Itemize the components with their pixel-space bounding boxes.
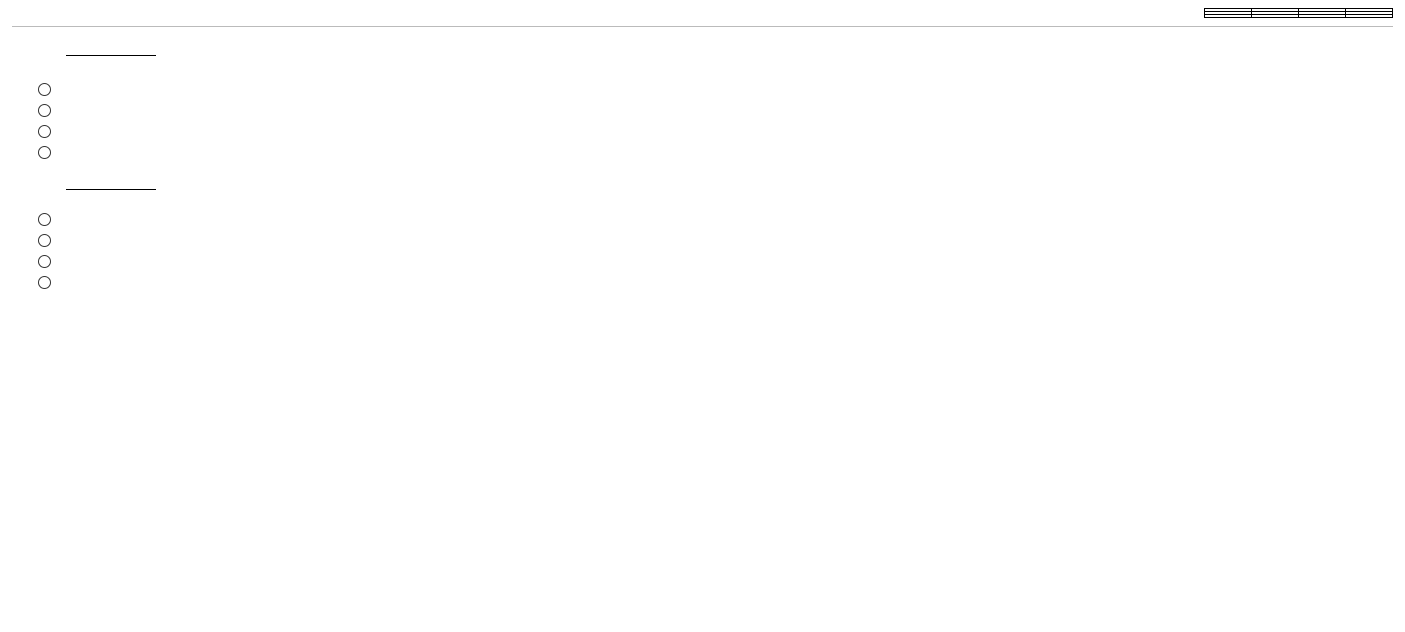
radio-icon[interactable] <box>38 276 51 289</box>
row-header-y2 <box>1205 15 1252 18</box>
reject-choice-b[interactable] <box>34 232 1393 247</box>
hypothesis-choice-a[interactable] <box>34 81 1393 96</box>
pvalue-line <box>34 175 1393 193</box>
reject-choice-c[interactable] <box>34 253 1393 268</box>
hypothesis-choice-c[interactable] <box>34 123 1393 138</box>
reject-choice-a[interactable] <box>34 211 1393 226</box>
cell-y2-x3 <box>1346 15 1393 18</box>
radio-icon[interactable] <box>38 125 51 138</box>
radio-icon[interactable] <box>38 234 51 247</box>
part-a <box>34 41 1393 63</box>
data-table <box>1204 8 1393 18</box>
radio-icon[interactable] <box>38 255 51 268</box>
question-body <box>12 41 1393 289</box>
chi-square-input[interactable] <box>66 41 156 56</box>
question-header <box>12 8 1393 27</box>
cell-y2-x1 <box>1252 15 1299 18</box>
part-b <box>34 81 1393 159</box>
radio-icon[interactable] <box>38 104 51 117</box>
chi-square-line <box>34 41 1393 63</box>
pvalue-input[interactable] <box>66 175 156 190</box>
hypothesis-choice-d[interactable] <box>34 144 1393 159</box>
hypothesis-choice-b[interactable] <box>34 102 1393 117</box>
reject-section <box>34 211 1393 289</box>
radio-icon[interactable] <box>38 213 51 226</box>
radio-icon[interactable] <box>38 83 51 96</box>
cell-y2-x2 <box>1299 15 1346 18</box>
radio-icon[interactable] <box>38 146 51 159</box>
reject-choice-d[interactable] <box>34 274 1393 289</box>
pvalue-section <box>34 175 1393 193</box>
